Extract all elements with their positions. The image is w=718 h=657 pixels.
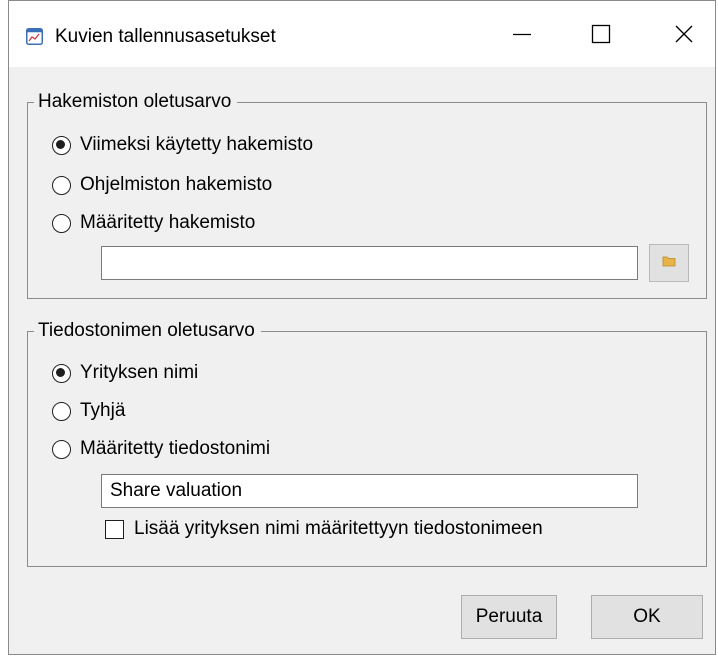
folder-icon — [662, 254, 676, 272]
append-company-name-checkbox[interactable] — [105, 519, 124, 539]
checkbox-label: Lisää yrityksen nimi määritettyyn tiedos… — [134, 518, 543, 539]
radio-button[interactable] — [52, 135, 71, 155]
radio-button[interactable] — [52, 175, 71, 195]
window-title: Kuvien tallennusasetukset — [55, 26, 276, 47]
radio-label: Viimeksi käytetty hakemisto — [80, 134, 314, 155]
radio-specified-filename[interactable]: Määritetty tiedostonimi — [52, 435, 270, 463]
minimize-button[interactable] — [492, 15, 552, 57]
radio-empty[interactable]: Tyhjä — [52, 397, 125, 425]
title-bar[interactable]: Kuvien tallennusasetukset — [9, 1, 715, 67]
append-company-name-checkbox-row[interactable]: Lisää yrityksen nimi määritettyyn tiedos… — [105, 515, 543, 543]
filename-input[interactable]: Share valuation — [101, 474, 638, 508]
radio-button[interactable] — [52, 213, 71, 233]
radio-label: Yrityksen nimi — [80, 362, 199, 383]
radio-label: Tyhjä — [80, 400, 126, 421]
cancel-button[interactable]: Peruuta — [461, 595, 557, 639]
filename-group-legend: Tiedostonimen oletusarvo — [34, 318, 261, 344]
radio-software-directory[interactable]: Ohjelmiston hakemisto — [52, 171, 272, 199]
browse-directory-button[interactable] — [649, 244, 689, 282]
filename-group: Tiedostonimen oletusarvo Yrityksen nimi … — [27, 318, 707, 567]
radio-last-used-directory[interactable]: Viimeksi käytetty hakemisto — [52, 131, 313, 159]
radio-button[interactable] — [52, 401, 71, 421]
radio-specified-directory[interactable]: Määritetty hakemisto — [52, 209, 255, 237]
dialog-window: Kuvien tallennusasetukset Hakemiston ole… — [8, 0, 716, 655]
radio-label: Määritetty tiedostonimi — [80, 438, 271, 459]
maximize-button[interactable] — [571, 15, 631, 57]
radio-label: Määritetty hakemisto — [80, 212, 256, 233]
radio-button[interactable] — [52, 439, 71, 459]
maximize-icon — [591, 24, 611, 49]
radio-label: Ohjelmiston hakemisto — [80, 174, 273, 195]
directory-path-input[interactable] — [101, 246, 638, 280]
ok-button[interactable]: OK — [591, 595, 703, 639]
directory-group-legend: Hakemiston oletusarvo — [34, 89, 238, 115]
chart-app-icon — [26, 28, 43, 45]
radio-button[interactable] — [52, 363, 71, 383]
minimize-icon — [512, 24, 532, 49]
close-icon — [674, 24, 694, 49]
close-button[interactable] — [654, 15, 714, 57]
directory-group: Hakemiston oletusarvo Viimeksi käytetty … — [27, 89, 707, 299]
radio-company-name[interactable]: Yrityksen nimi — [52, 359, 198, 387]
